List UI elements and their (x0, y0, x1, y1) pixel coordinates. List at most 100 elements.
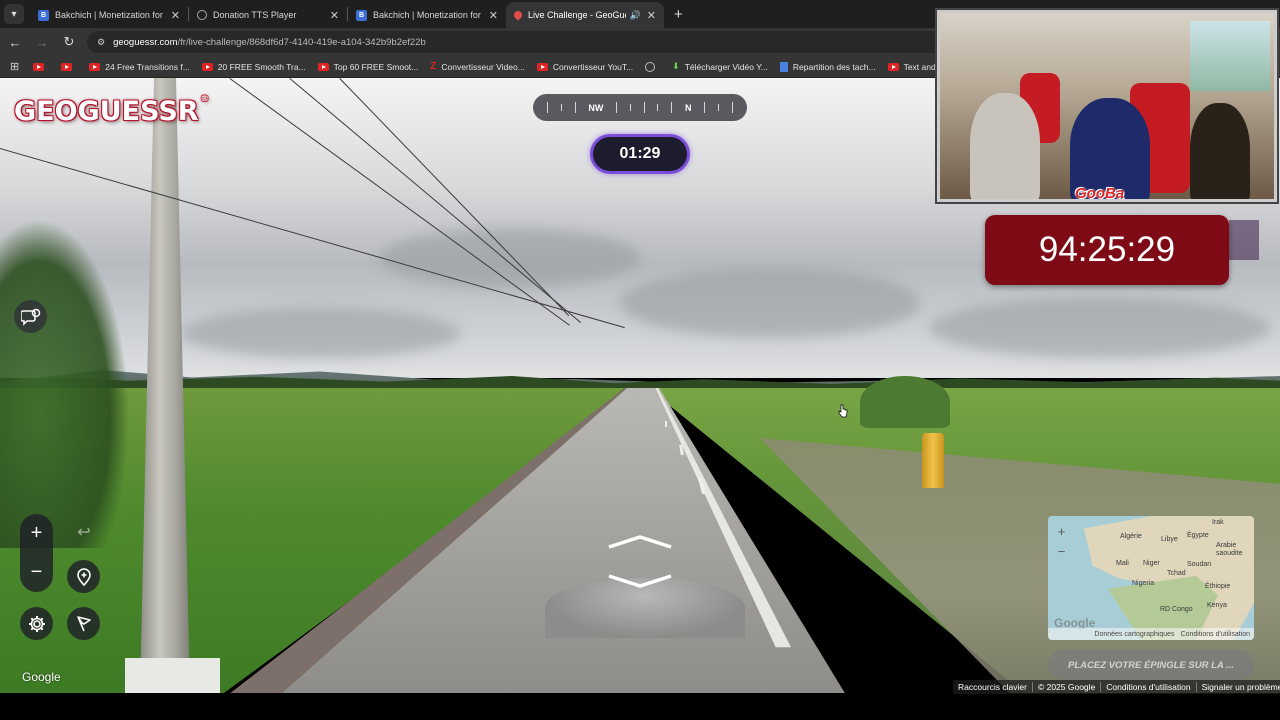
compass-tick (643, 102, 645, 113)
map-label: Mali (1116, 560, 1129, 567)
forward-button[interactable]: → (30, 30, 54, 54)
streamer-person (1190, 103, 1250, 199)
move-backward-arrow-icon[interactable] (607, 574, 673, 588)
bookmark-item[interactable] (33, 62, 49, 71)
cloud (180, 308, 460, 358)
bookmark-item[interactable]: Z Convertisseur Video... (430, 61, 525, 72)
keyboard-shortcuts-link[interactable]: Raccourcis clavier (953, 682, 1033, 692)
bookmark-item[interactable]: Top 60 FREE Smoot... (317, 62, 418, 72)
webcam-window (1190, 21, 1270, 91)
close-icon[interactable]: ✕ (489, 9, 498, 22)
tab-title: Bakchich | Monetization for afri (373, 10, 483, 20)
site-info-icon[interactable]: ⚙ (97, 37, 105, 48)
speaker-icon[interactable]: 🔊 (630, 10, 641, 21)
map-label: Algérie (1120, 533, 1142, 540)
bookmark-item[interactable]: 20 FREE Smooth Tra... (201, 62, 306, 72)
undo-move-button[interactable]: ↩ (72, 522, 96, 542)
report-flag-button[interactable] (67, 607, 100, 640)
bookmark-item[interactable]: Repartition des tach... (779, 61, 876, 72)
round-timer: 01:29 (590, 134, 690, 174)
tab-title: Bakchich | Monetization for afri (55, 10, 165, 20)
chat-icon (20, 308, 40, 326)
bookmark-label: 24 Free Transitions f... (105, 61, 190, 72)
map-label: Égypte (1187, 532, 1209, 539)
bookmark-item[interactable] (61, 62, 77, 71)
google-watermark: Google (22, 670, 61, 684)
reload-button[interactable]: ↻ (57, 30, 81, 54)
download-icon: ⬇ (672, 61, 680, 71)
map-data-link[interactable]: Données cartographiques (1094, 631, 1174, 638)
zoom-controls: + − (20, 514, 53, 592)
new-tab-button[interactable]: + (674, 6, 683, 23)
location-pin-icon (76, 567, 91, 586)
close-icon[interactable]: ✕ (330, 9, 339, 22)
terms-link[interactable]: Conditions d'utilisation (1101, 682, 1197, 692)
bookmark-label: Convertisseur YouT... (552, 61, 634, 72)
tab-bakchich-2[interactable]: B Bakchich | Monetization for afri ✕ (348, 2, 506, 28)
compass-tick (574, 102, 576, 113)
compass-tick (704, 102, 706, 113)
cloud (380, 228, 640, 288)
tab-search-button[interactable]: ▾ (4, 4, 24, 24)
report-problem-link[interactable]: Signaler un problème (1197, 682, 1280, 692)
youtube-icon (317, 62, 329, 71)
map-label: Soudan (1187, 561, 1212, 568)
bookmark-item[interactable] (645, 61, 660, 72)
map-zoom-in-button[interactable]: + (1054, 524, 1069, 539)
back-button[interactable]: ← (3, 30, 27, 54)
return-to-start-button[interactable] (67, 560, 100, 593)
cloud (930, 298, 1270, 358)
compass-tick (560, 104, 562, 111)
streamer-person (970, 93, 1040, 199)
map-terms-link[interactable]: Conditions d'utilisation (1181, 631, 1250, 638)
apps-grid-icon[interactable]: ⊞ (10, 60, 19, 73)
registered-mark: ® (200, 94, 209, 103)
banana-plant (0, 218, 130, 548)
tab-geoguessr[interactable]: Live Challenge - GeoGuessr 🔊 ✕ (506, 2, 664, 28)
bookmark-item[interactable]: ⬇ Télécharger Vidéo Y... (672, 61, 768, 72)
gear-icon (28, 615, 45, 632)
map-label: Nigeria (1132, 580, 1155, 587)
close-icon[interactable]: ✕ (171, 9, 180, 22)
chat-button[interactable] (14, 300, 47, 333)
bookmark-item[interactable]: Convertisseur YouT... (536, 61, 634, 72)
map-attribution: Données cartographiques Conditions d'uti… (1048, 628, 1254, 640)
flag-icon (76, 615, 91, 631)
compass-tick (731, 102, 733, 113)
z-icon: Z (430, 61, 437, 72)
guess-map[interactable]: Irak Algérie Libye Égypte Arabie saoudit… (1048, 516, 1254, 640)
compass-tick (657, 104, 659, 111)
bookmark-label: Convertisseur Video... (441, 61, 525, 72)
bookmark-label: Repartition des tach... (792, 61, 876, 72)
road-marker-post (922, 433, 944, 488)
tab-title: Donation TTS Player (213, 10, 297, 20)
webcam-name-tag: GooBa (1075, 185, 1125, 202)
close-icon[interactable]: ✕ (647, 9, 656, 22)
move-forward-arrow-icon[interactable] (607, 535, 673, 549)
compass[interactable]: NW N (533, 94, 747, 121)
youtube-icon (201, 62, 213, 71)
map-label: Irak (1212, 519, 1224, 526)
map-label: Kenya (1207, 602, 1227, 609)
compass-tick (629, 104, 631, 111)
cloud (620, 268, 920, 338)
zoom-out-button[interactable]: − (20, 553, 53, 592)
guess-button[interactable]: PLACEZ VOTRE ÉPINGLE SUR LA ... (1048, 650, 1254, 680)
zoom-in-button[interactable]: + (20, 514, 53, 553)
road-dash (665, 421, 667, 427)
url-field[interactable]: ⚙ geoguessr.com /fr/live-challenge/868df… (87, 31, 967, 53)
logo-text: GEOGUESSR (14, 95, 199, 127)
bookmark-item[interactable]: 24 Free Transitions f... (89, 62, 190, 72)
compass-tick (547, 102, 548, 113)
webcam-overlay: GooBa (937, 10, 1277, 202)
geoguessr-logo[interactable]: GEOGUESSR ® (14, 94, 209, 128)
docs-icon (779, 61, 788, 72)
map-footer-links: Raccourcis clavier © 2025 Google Conditi… (953, 680, 1280, 694)
map-label: Éthiopie (1205, 583, 1231, 590)
tab-donation-tts[interactable]: Donation TTS Player ✕ (189, 2, 347, 28)
map-zoom-out-button[interactable]: − (1054, 544, 1069, 559)
url-path: /fr/live-challenge/868df6d7-4140-419e-a1… (177, 36, 426, 48)
youtube-icon (33, 62, 45, 71)
tab-bakchich-1[interactable]: B Bakchich | Monetization for afri ✕ (30, 2, 188, 28)
settings-button[interactable] (20, 607, 53, 640)
